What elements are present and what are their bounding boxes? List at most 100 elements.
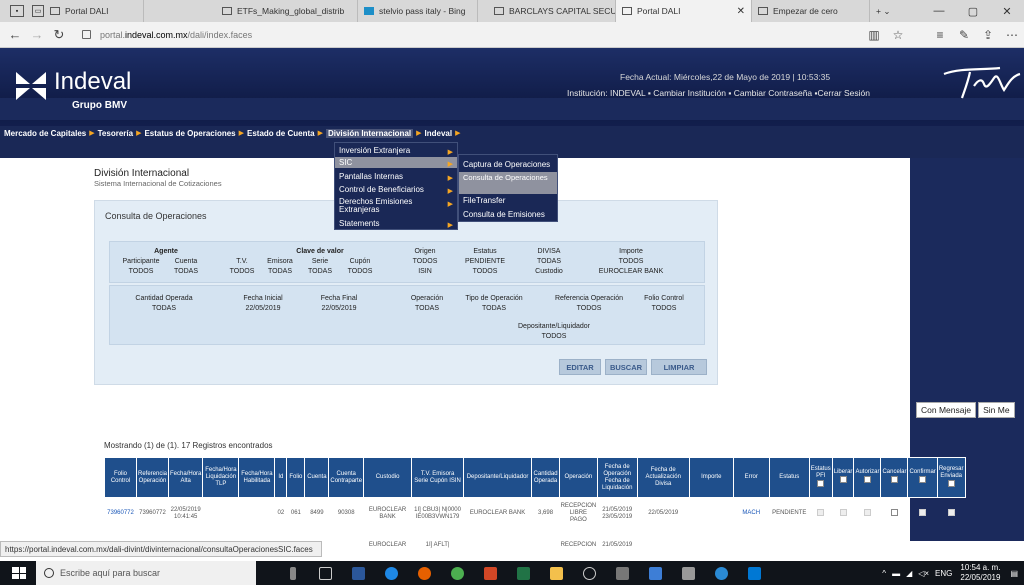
menu-consulta-emisiones[interactable]: Consulta de Emisiones — [463, 211, 545, 219]
menu-mercado-capitales[interactable]: Mercado de Capitales — [4, 129, 86, 138]
task-view-icon[interactable] — [309, 566, 342, 580]
serie-filter[interactable]: Serie TODAS — [300, 257, 340, 277]
row-checkbox[interactable] — [863, 508, 871, 516]
referencia-filter[interactable]: Referencia Operación TODOS — [544, 294, 634, 314]
app-icon[interactable] — [639, 566, 672, 580]
share-icon[interactable]: ⇪ — [976, 28, 1000, 42]
col-folio[interactable]: Folio — [286, 457, 306, 498]
col-autorizar[interactable]: Autorizar — [853, 457, 882, 498]
tv-filter[interactable]: T.V. TODOS — [224, 257, 260, 277]
menu-indeval[interactable]: Indeval — [425, 129, 453, 138]
calendar-icon[interactable] — [672, 566, 705, 580]
col-cuenta-contraparte[interactable]: Cuenta Contraparte — [328, 457, 365, 498]
menu-control-beneficiarios[interactable]: Control de Beneficiarios — [339, 186, 424, 194]
tab-portal-dali-active[interactable]: Portal DALI ✕ — [616, 0, 752, 22]
col-custodio[interactable]: Custodio — [363, 457, 413, 498]
depositante-filter[interactable]: Depositante/Liquidador TODOS — [504, 322, 604, 342]
tab-bing[interactable]: stelvio pass italy - Bing — [358, 0, 478, 22]
menu-statements[interactable]: Statements — [339, 220, 379, 228]
menu-derechos-emisiones[interactable]: Derechos Emisiones Extranjeras — [339, 198, 431, 214]
minimize-icon[interactable]: — — [922, 5, 956, 18]
col-regresar[interactable]: Regresar Enviada — [936, 457, 966, 498]
col-folio-control[interactable]: Folio Control — [104, 457, 137, 498]
edge-icon[interactable] — [375, 566, 408, 580]
menu-estado-cuenta[interactable]: Estado de Cuenta — [247, 129, 315, 138]
change-password-link[interactable]: Cambiar Contraseña — [734, 88, 812, 98]
row-checkbox[interactable] — [817, 508, 825, 516]
tab-etfs[interactable]: ETFs_Making_global_distrib — [216, 0, 358, 22]
folio-control-filter[interactable]: Folio Control TODOS — [634, 294, 694, 314]
close-tab-icon[interactable]: ✕ — [727, 6, 745, 17]
sin-mensaje-button[interactable]: Sin Me — [978, 402, 1015, 418]
clock-app-icon[interactable] — [573, 566, 606, 580]
select-all-checkbox[interactable] — [839, 476, 847, 483]
fecha-final-filter[interactable]: Fecha Final 22/05/2019 — [304, 294, 374, 314]
clock[interactable]: 10:54 a. m. 22/05/2019 — [960, 563, 1000, 583]
close-window-icon[interactable]: ✕ — [990, 5, 1024, 18]
origen-filter[interactable]: Origen TODOS ISIN — [400, 247, 450, 277]
col-error[interactable]: Error — [732, 457, 770, 498]
col-estatus[interactable]: Estatus — [768, 457, 810, 498]
row-checkbox[interactable] — [890, 508, 898, 516]
favorite-star-icon[interactable]: ☆ — [886, 28, 910, 42]
col-confirmar[interactable]: Confirmar — [907, 457, 938, 498]
col-id[interactable]: Id — [274, 457, 288, 498]
menu-division-internacional[interactable]: División Internacional — [325, 128, 414, 138]
col-tv-emisora[interactable]: T.V. Emisora Serie Cupón ISIN — [411, 457, 465, 498]
tab-empezar[interactable]: Empezar de cero — [752, 0, 870, 22]
menu-sic[interactable]: SIC — [335, 157, 457, 168]
col-depositante[interactable]: Depositante/Liquidador — [463, 457, 533, 498]
select-all-checkbox[interactable] — [890, 476, 898, 483]
url-field[interactable]: portal. indeval.com.mx/dali/index.faces — [82, 30, 252, 40]
file-explorer-icon[interactable] — [540, 566, 573, 580]
menu-inversion-extranjera[interactable]: Inversión Extranjera — [339, 147, 410, 155]
error-link[interactable]: MACH — [733, 498, 769, 530]
notification-icon[interactable]: ▤ — [1010, 569, 1018, 578]
tab-barclays[interactable]: BARCLAYS CAPITAL SECURI — [488, 0, 616, 22]
tab-preview-icon[interactable]: ▭ — [32, 5, 44, 17]
menu-captura-operaciones[interactable]: Captura de Operaciones — [463, 161, 550, 169]
folio-link[interactable]: 73960772 — [105, 498, 137, 530]
menu-estatus-operaciones[interactable]: Estatus de Operaciones — [144, 129, 235, 138]
hub-icon[interactable]: ≡ — [928, 28, 952, 42]
battery-icon[interactable]: ▬ — [892, 569, 900, 578]
firefox-icon[interactable] — [408, 566, 441, 580]
tray-chevron-icon[interactable]: ^ — [882, 569, 886, 578]
calculator-icon[interactable] — [606, 566, 639, 580]
chrome-icon[interactable] — [441, 566, 474, 580]
back-icon[interactable]: ← — [4, 27, 26, 42]
notes-icon[interactable]: ✎ — [952, 28, 976, 42]
word-icon[interactable] — [342, 566, 375, 580]
operacion-filter[interactable]: Operación TODAS — [402, 294, 452, 314]
buscar-button[interactable]: BUSCAR — [605, 359, 647, 375]
menu-tesoreria[interactable]: Tesorería — [98, 129, 133, 138]
menu-consulta-operaciones[interactable]: Consulta de Operaciones — [459, 172, 557, 194]
taskbar-search[interactable]: Escribe aquí para buscar — [36, 561, 256, 585]
reading-view-icon[interactable]: ▥ — [862, 28, 886, 42]
menu-pantallas-internas[interactable]: Pantallas Internas — [339, 173, 403, 181]
fecha-inicial-filter[interactable]: Fecha Inicial 22/05/2019 — [228, 294, 298, 314]
col-fecha-alta[interactable]: Fecha/Hora Alta — [168, 457, 204, 498]
more-icon[interactable]: ⋯ — [1000, 28, 1024, 42]
change-institution-link[interactable]: Cambiar Institución — [653, 88, 726, 98]
language-indicator[interactable]: ENG — [935, 569, 952, 578]
logout-link[interactable]: Cerrar Sesión — [818, 88, 870, 98]
new-tab-button[interactable]: + ⌄ — [870, 0, 910, 22]
editar-button[interactable]: EDITAR — [559, 359, 601, 375]
row-checkbox[interactable] — [947, 508, 955, 516]
row-checkbox[interactable] — [919, 508, 927, 516]
cantidad-filter[interactable]: Cantidad Operada TODAS — [124, 294, 204, 314]
col-referencia[interactable]: Referencia Operación — [135, 457, 170, 498]
cupon-filter[interactable]: Cupón TODOS — [340, 257, 380, 277]
volume-icon[interactable]: ◁× — [918, 569, 929, 578]
emisora-filter[interactable]: Emisora TODAS — [260, 257, 300, 277]
network-icon[interactable]: ◢ — [906, 569, 912, 578]
col-fecha-operacion[interactable]: Fecha de Operación Fecha de Liquidación — [596, 457, 638, 498]
importe-filter[interactable]: Importe TODOS EUROCLEAR BANK — [586, 247, 676, 277]
powerpoint-icon[interactable] — [474, 566, 507, 580]
col-operacion[interactable]: Operación — [559, 457, 598, 498]
tab-actions-icon[interactable]: ▪ — [10, 5, 24, 17]
windows-start-icon[interactable] — [12, 567, 26, 579]
estatus-filter[interactable]: Estatus PENDIENTE TODOS — [450, 247, 520, 277]
col-cancelar[interactable]: Cancelar — [880, 457, 909, 498]
